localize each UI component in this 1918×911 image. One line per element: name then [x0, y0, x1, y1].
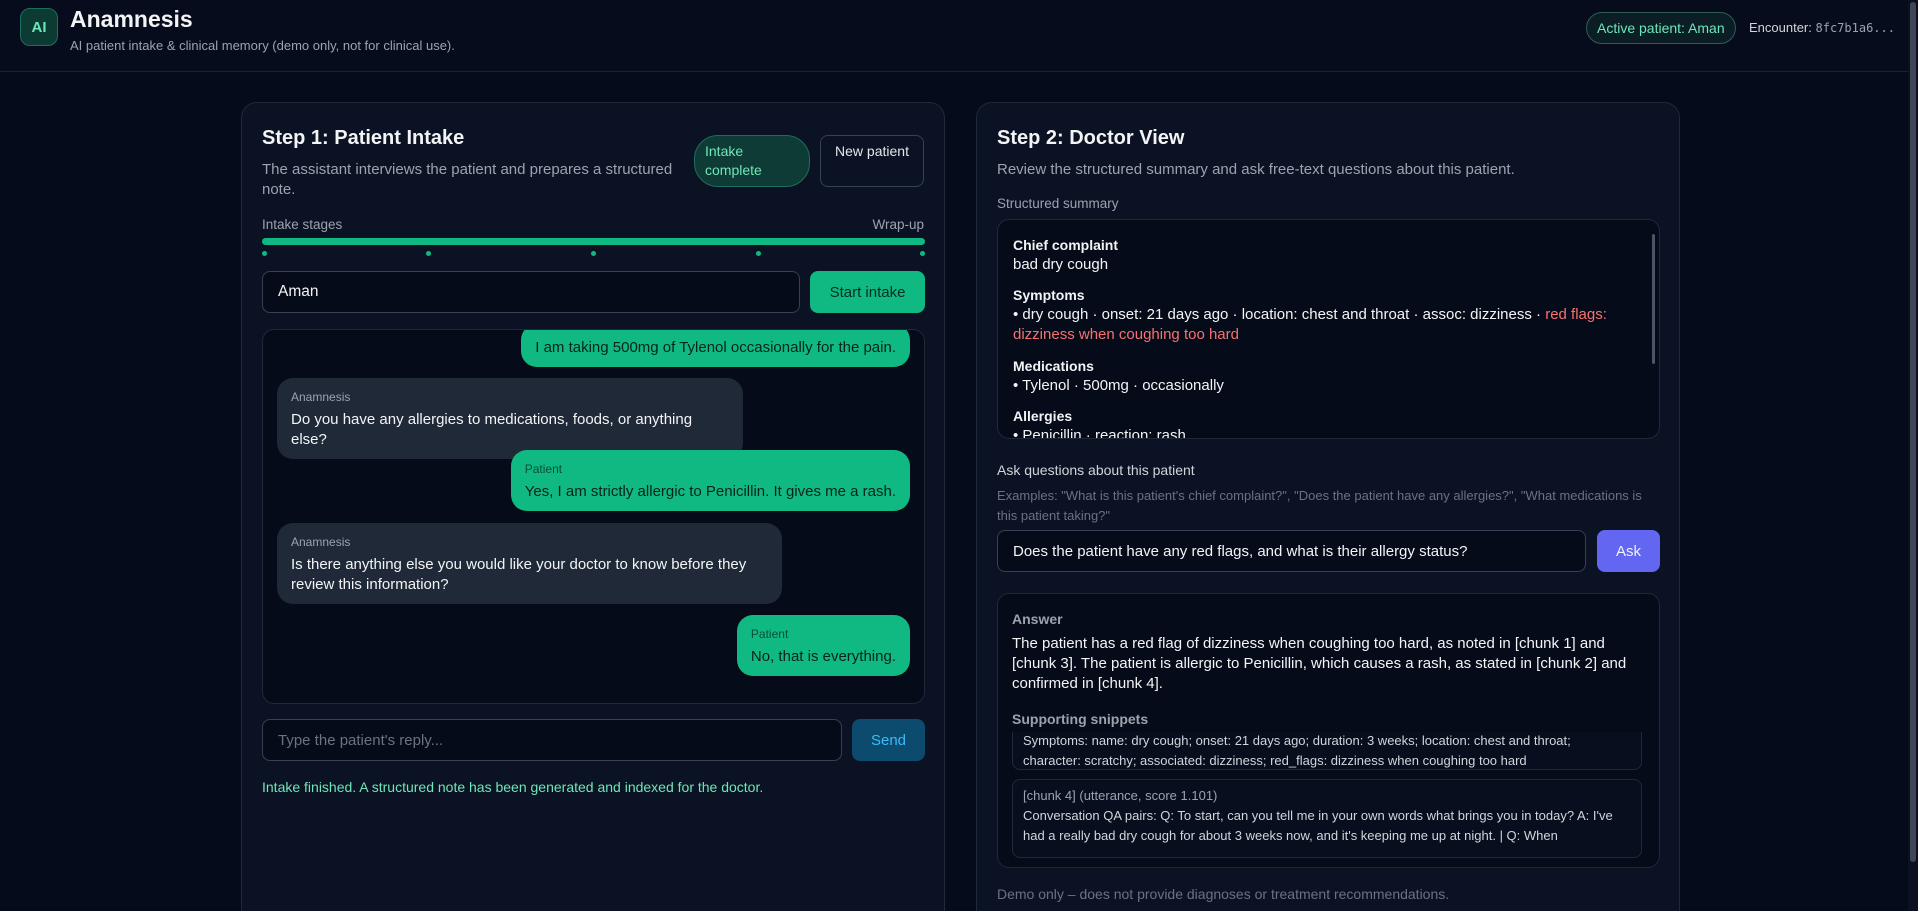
- message-text: No, that is everything.: [750, 648, 896, 665]
- chat-message-patient: I am taking 500mg of Tylenol occasionall…: [521, 330, 910, 367]
- answer-box: Answer The patient has a red flag of diz…: [997, 593, 1660, 868]
- answer-label: Answer: [1012, 611, 1063, 627]
- encounter-info: Encounter: 8fc7b1a6...: [1749, 20, 1895, 35]
- chat-message-patient: Patient Yes, I am strictly allergic to P…: [510, 450, 910, 511]
- encounter-id: 8fc7b1a6...: [1815, 21, 1895, 35]
- disclaimer: Demo only – does not provide diagnoses o…: [997, 886, 1450, 902]
- chat-message-assistant: Anamnesis Do you have any allergies to m…: [277, 378, 743, 459]
- new-patient-button[interactable]: New patient: [820, 135, 924, 187]
- snippet-text: Conversation QA pairs: Q: To start, can …: [1023, 808, 1613, 843]
- supporting-snippet: [chunk 4] (utterance, score 1.101) Conve…: [1012, 779, 1642, 858]
- chat-message-assistant: Anamnesis Is there anything else you wou…: [277, 523, 782, 604]
- message-text: Yes, I am strictly allergic to Penicilli…: [524, 483, 896, 500]
- message-text: Is there anything else you would like yo…: [291, 556, 747, 593]
- summary-label: Structured summary: [997, 196, 1119, 211]
- intake-status-message: Intake finished. A structured note has b…: [262, 779, 764, 795]
- page-scrollbar[interactable]: [1908, 0, 1918, 911]
- chief-complaint-value: bad dry cough: [1013, 256, 1109, 273]
- snippet-header: [chunk 4] (utterance, score 1.101): [1023, 788, 1218, 803]
- red-flags-value: dizziness when coughing too hard: [1013, 326, 1239, 343]
- question-input[interactable]: Does the patient have any red flags, and…: [997, 530, 1586, 572]
- snippets-label: Supporting snippets: [1012, 711, 1149, 727]
- medications-title: Medications: [1013, 358, 1094, 374]
- stage-marker: [426, 251, 431, 256]
- page-scrollbar-thumb[interactable]: [1910, 2, 1916, 862]
- app-header: AI Anamnesis AI patient intake & clinica…: [0, 0, 1918, 72]
- summary-scrollbar[interactable]: [1652, 234, 1655, 364]
- ask-button[interactable]: Ask: [1597, 530, 1660, 572]
- intake-progress-bar: [262, 238, 925, 245]
- intake-panel: Step 1: Patient Intake The assistant int…: [241, 102, 945, 911]
- stage-marker: [591, 251, 596, 256]
- start-intake-button[interactable]: Start intake: [810, 271, 925, 313]
- doctor-title: Step 2: Doctor View: [997, 127, 1185, 149]
- message-speaker: Patient: [750, 627, 789, 641]
- reply-input[interactable]: Type the patient's reply...: [262, 719, 842, 761]
- intake-status-pill: Intake complete: [694, 135, 810, 187]
- allergies-title: Allergies: [1013, 408, 1073, 424]
- doctor-panel: Step 2: Doctor View Review the structure…: [976, 102, 1680, 911]
- intake-stages-label: Intake stages: [262, 217, 343, 232]
- structured-summary[interactable]: Chief complaint bad dry cough Symptoms •…: [997, 219, 1660, 439]
- symptoms-value: • dry cough · onset: 21 days ago · locat…: [1013, 305, 1643, 345]
- message-speaker: Anamnesis: [291, 390, 351, 404]
- symptoms-text: • dry cough · onset: 21 days ago · locat…: [1013, 306, 1542, 323]
- app-title: Anamnesis: [70, 6, 193, 32]
- chat-transcript[interactable]: I am taking 500mg of Tylenol occasionall…: [262, 329, 925, 704]
- intake-title: Step 1: Patient Intake: [262, 127, 465, 149]
- message-text: Do you have any allergies to medications…: [291, 411, 693, 448]
- encounter-label: Encounter:: [1749, 20, 1812, 35]
- chief-complaint-title: Chief complaint: [1013, 237, 1119, 253]
- active-patient-badge: Active patient: Aman: [1586, 12, 1736, 44]
- medications-value: • Tylenol · 500mg · occasionally: [1013, 377, 1224, 394]
- supporting-snippet: Symptoms: name: dry cough; onset: 21 day…: [1012, 732, 1642, 770]
- app-logo: AI: [20, 8, 58, 46]
- patient-name-input[interactable]: Aman: [262, 271, 800, 313]
- chat-message-patient: Patient No, that is everything.: [736, 615, 910, 676]
- symptoms-title: Symptoms: [1013, 287, 1085, 303]
- app-subtitle: AI patient intake & clinical memory (dem…: [70, 38, 455, 53]
- doctor-description: Review the structured summary and ask fr…: [997, 161, 1515, 178]
- allergies-value: • Penicillin · reaction: rash: [1013, 427, 1186, 439]
- message-speaker: Anamnesis: [291, 535, 351, 549]
- snippets-list[interactable]: Symptoms: name: dry cough; onset: 21 day…: [998, 732, 1659, 867]
- red-flags-label: red flags:: [1545, 306, 1607, 323]
- message-text: I am taking 500mg of Tylenol occasionall…: [535, 339, 896, 356]
- answer-text: The patient has a red flag of dizziness …: [1012, 635, 1627, 692]
- stage-marker: [920, 251, 925, 256]
- message-speaker: Patient: [524, 462, 563, 476]
- snippet-text: Symptoms: name: dry cough; onset: 21 day…: [1023, 733, 1571, 768]
- intake-stages-end-label: Wrap-up: [872, 217, 924, 232]
- send-button[interactable]: Send: [852, 719, 925, 761]
- intake-description: The assistant interviews the patient and…: [262, 161, 673, 198]
- ask-label: Ask questions about this patient: [997, 462, 1195, 478]
- example-questions: Examples: "What is this patient's chief …: [997, 488, 1642, 523]
- stage-marker: [262, 251, 267, 256]
- stage-marker: [756, 251, 761, 256]
